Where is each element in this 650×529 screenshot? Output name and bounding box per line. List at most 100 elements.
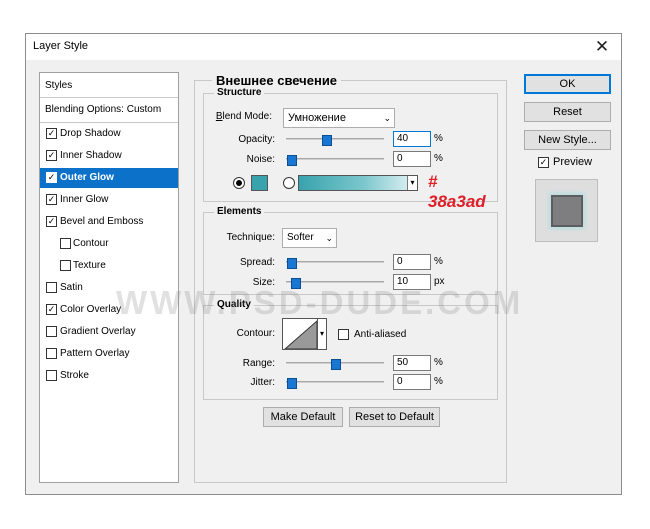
style-item-label: Gradient Overlay xyxy=(60,326,136,337)
new-style-button[interactable]: New Style... xyxy=(524,130,611,150)
range-input[interactable]: 50 xyxy=(393,355,431,371)
opacity-label: Opacity: xyxy=(238,134,275,145)
spread-input[interactable]: 0 xyxy=(393,254,431,270)
contour-label: Contour: xyxy=(236,328,275,339)
style-item-label: Inner Glow xyxy=(60,194,109,205)
style-checkbox[interactable] xyxy=(46,326,57,337)
gradient-dropdown-icon[interactable]: ▾ xyxy=(407,176,417,190)
style-checkbox[interactable] xyxy=(46,282,57,293)
style-checkbox[interactable]: ✓ xyxy=(46,150,57,161)
style-item-label: Inner Shadow xyxy=(60,150,122,161)
window-title: Layer Style xyxy=(33,40,89,52)
style-item-drop-shadow[interactable]: ✓ Drop Shadow xyxy=(40,124,178,144)
layer-style-dialog: Layer Style ✕ Styles Blending Options: C… xyxy=(25,33,622,495)
style-checkbox[interactable] xyxy=(46,370,57,381)
structure-title: Structure xyxy=(214,87,265,98)
preview-checkbox[interactable]: ✓ xyxy=(538,157,549,168)
panel-title: Внешнее свечение xyxy=(212,73,342,88)
style-item-gradient-overlay[interactable]: Gradient Overlay xyxy=(40,322,178,342)
style-checkbox[interactable]: ✓ xyxy=(46,194,57,205)
blending-options-item[interactable]: Blending Options: Custom xyxy=(40,98,178,123)
preview-square xyxy=(551,195,583,227)
opacity-unit: % xyxy=(434,133,443,144)
style-item-label: Texture xyxy=(73,260,106,271)
style-item-label: Satin xyxy=(60,282,83,293)
blend-mode-label: Blend Mode: xyxy=(215,111,272,122)
style-item-texture[interactable]: Texture xyxy=(40,256,178,276)
style-item-stroke[interactable]: Stroke xyxy=(40,366,178,386)
style-item-outer-glow[interactable]: ✓ Outer Glow xyxy=(40,168,178,188)
style-item-label: Pattern Overlay xyxy=(60,348,130,359)
styles-header[interactable]: Styles xyxy=(40,73,178,98)
jitter-label: Jitter: xyxy=(250,377,275,388)
spread-slider[interactable] xyxy=(286,258,384,269)
blend-mode-select[interactable]: Умножение ⌄ xyxy=(283,108,395,128)
opacity-input[interactable]: 40 xyxy=(393,131,431,147)
style-item-label: Bevel and Emboss xyxy=(60,216,144,227)
blending-options-label: Blending Options: Custom xyxy=(45,104,162,115)
noise-track xyxy=(286,158,384,160)
jitter-unit: % xyxy=(434,376,443,387)
noise-slider[interactable] xyxy=(286,155,384,166)
watermark: WWW.PSD-DUDE.COM xyxy=(116,284,524,321)
technique-label: Technique: xyxy=(226,232,275,243)
style-item-label: Outer Glow xyxy=(60,172,114,183)
make-default-button[interactable]: Make Default xyxy=(263,407,343,427)
gradient-radio[interactable] xyxy=(283,177,295,189)
gradient-picker[interactable]: ▾ xyxy=(298,175,418,191)
style-item-contour[interactable]: Contour xyxy=(40,234,178,254)
chevron-down-icon: ⌄ xyxy=(325,233,333,243)
jitter-slider[interactable] xyxy=(286,378,384,389)
close-icon[interactable]: ✕ xyxy=(589,35,615,59)
style-item-label: Stroke xyxy=(60,370,89,381)
jitter-input[interactable]: 0 xyxy=(393,374,431,390)
styles-header-label: Styles xyxy=(45,80,73,91)
range-slider[interactable] xyxy=(286,359,384,370)
chevron-down-icon: ⌄ xyxy=(383,113,391,123)
noise-input[interactable]: 0 xyxy=(393,151,431,167)
range-unit: % xyxy=(434,357,443,368)
style-checkbox[interactable]: ✓ xyxy=(46,216,57,227)
style-checkbox[interactable] xyxy=(60,260,71,271)
style-checkbox[interactable] xyxy=(46,348,57,359)
spread-unit: % xyxy=(434,256,443,267)
ok-button[interactable]: OK xyxy=(524,74,611,94)
preview-label: Preview xyxy=(553,156,593,168)
size-track xyxy=(286,281,384,283)
style-checkbox[interactable] xyxy=(60,238,71,249)
spread-label: Spread: xyxy=(239,257,275,268)
spread-track xyxy=(286,261,384,263)
technique-value: Softer xyxy=(287,232,314,243)
styles-list: Styles Blending Options: Custom ✓ Drop Sh… xyxy=(39,72,179,483)
color-radio[interactable] xyxy=(233,177,245,189)
color-hex-note: # 38a3ad xyxy=(428,172,486,211)
style-item-inner-shadow[interactable]: ✓ Inner Shadow xyxy=(40,146,178,166)
style-item-pattern-overlay[interactable]: Pattern Overlay xyxy=(40,344,178,364)
reset-button[interactable]: Reset xyxy=(524,102,611,122)
elements-group: Elements Technique: Softer ⌄ Spread: 0 %… xyxy=(203,206,498,295)
outer-glow-panel: Внешнее свечение Structure Blend Mode: У… xyxy=(194,73,507,483)
contour-preview[interactable] xyxy=(282,318,318,350)
anti-aliased-checkbox[interactable] xyxy=(338,329,349,340)
style-checkbox[interactable]: ✓ xyxy=(46,172,57,183)
technique-select[interactable]: Softer ⌄ xyxy=(282,228,337,248)
elements-title: Elements xyxy=(214,206,265,217)
style-item-label: Color Overlay xyxy=(60,304,122,315)
style-checkbox[interactable]: ✓ xyxy=(46,304,57,315)
contour-dropdown-icon[interactable]: ▾ xyxy=(318,318,327,350)
range-label: Range: xyxy=(242,358,275,369)
noise-unit: % xyxy=(434,153,443,164)
style-item-inner-glow[interactable]: ✓ Inner Glow xyxy=(40,190,178,210)
structure-group: Structure Blend Mode: Умножение ⌄ Opacit… xyxy=(203,87,498,211)
opacity-slider[interactable] xyxy=(286,135,384,146)
glow-color-swatch[interactable] xyxy=(251,175,268,191)
style-preview xyxy=(535,179,598,242)
style-checkbox[interactable]: ✓ xyxy=(46,128,57,139)
reset-to-default-button[interactable]: Reset to Default xyxy=(349,407,440,427)
style-item-label: Drop Shadow xyxy=(60,128,121,139)
jitter-track xyxy=(286,381,384,383)
anti-aliased-label: Anti-aliased xyxy=(354,329,407,340)
contour-curve-icon xyxy=(284,320,317,349)
title-bar: Layer Style ✕ xyxy=(26,34,621,60)
style-item-bevel-and-emboss[interactable]: ✓ Bevel and Emboss xyxy=(40,212,178,232)
